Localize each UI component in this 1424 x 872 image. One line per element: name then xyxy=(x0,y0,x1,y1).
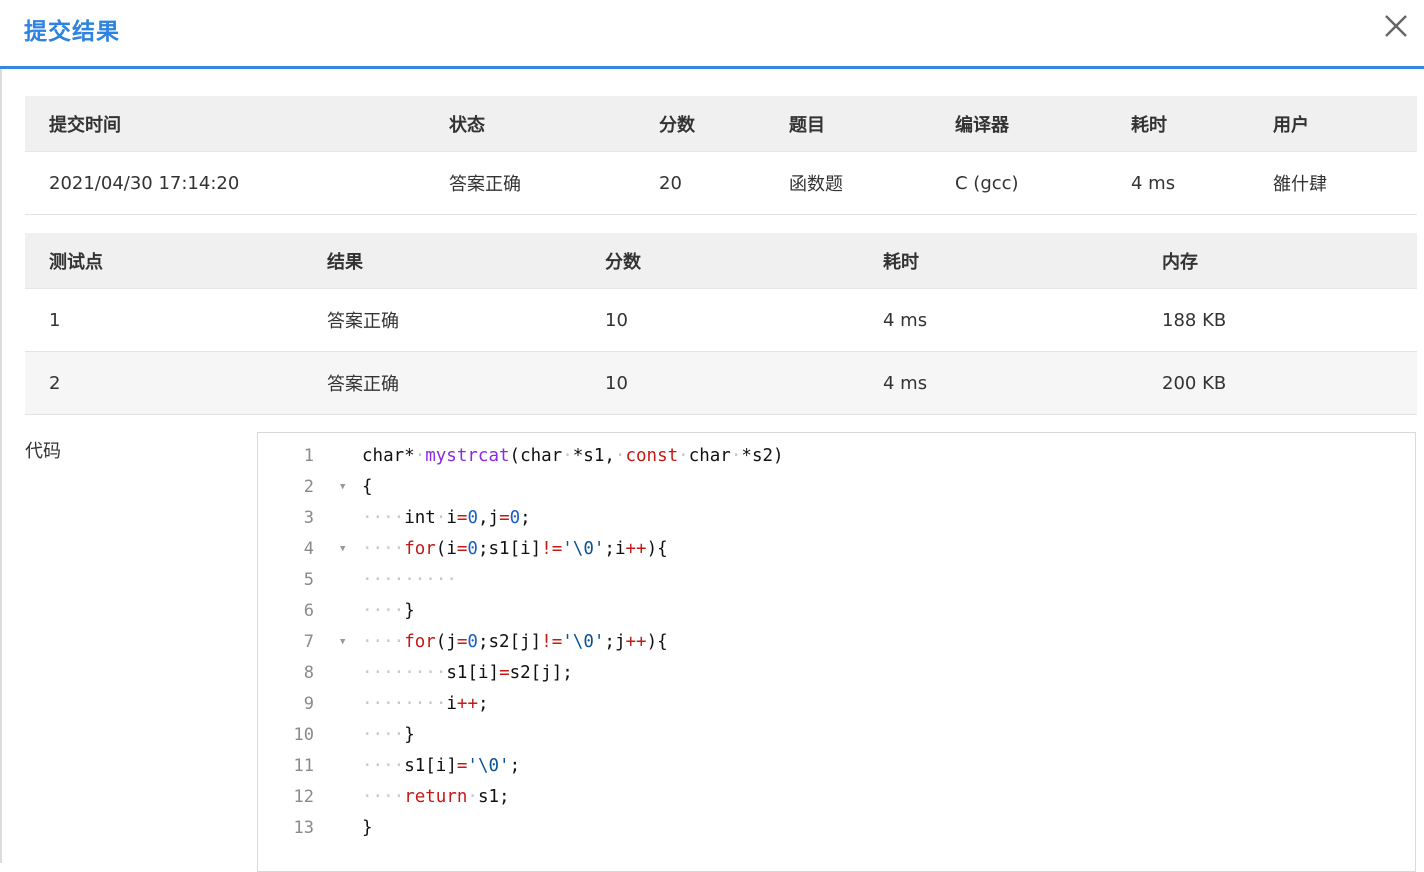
testcase-id: 1 xyxy=(25,288,303,352)
close-icon xyxy=(1385,15,1407,37)
line-number: 2 ▼ xyxy=(258,472,346,503)
code-line: char*·mystrcat(char·*s1,·const·char·*s2) xyxy=(362,446,784,466)
header-testcase: 测试点 xyxy=(25,233,303,289)
code-line: ········· xyxy=(362,570,457,590)
close-button[interactable] xyxy=(1380,10,1412,42)
table-row: 2 答案正确 10 4 ms 200 KB xyxy=(25,351,1417,415)
line-number: 1 xyxy=(303,446,314,466)
user-name[interactable]: 雒什肆 xyxy=(1249,151,1417,215)
code-line: ········s1[i]=s2[j]; xyxy=(362,663,573,683)
line-number: 12 xyxy=(293,787,314,807)
modal-title: 提交结果 xyxy=(24,19,120,45)
code-line: ····} xyxy=(362,725,415,745)
testcase-memory: 200 KB xyxy=(1138,351,1417,415)
code-line: ····return·s1; xyxy=(362,787,510,807)
testcase-score: 10 xyxy=(581,288,859,352)
line-number: 13 xyxy=(293,818,314,838)
status-text: 答案正确 xyxy=(425,151,635,215)
line-number: 11 xyxy=(293,756,314,776)
header-time: 耗时 xyxy=(1107,96,1249,152)
fold-arrow-icon[interactable]: ▼ xyxy=(340,534,345,565)
header-status: 状态 xyxy=(425,96,635,152)
line-number: 5 xyxy=(303,570,314,590)
code-line: } xyxy=(362,818,373,838)
code-viewer[interactable]: 1 2 ▼ 3 4 ▼ 5 6 7 ▼ 8 9 10 11 12 13 char*·mystrcat(char… xyxy=(257,432,1416,872)
line-number: 3 xyxy=(303,508,314,528)
line-number: 7 ▼ xyxy=(258,627,346,658)
code-line: ····int·i=0,j=0; xyxy=(362,508,531,528)
testcase-memory: 188 KB xyxy=(1138,288,1417,352)
modal-header: 提交结果 xyxy=(0,0,1424,69)
code-line: ········i++; xyxy=(362,694,489,714)
testcase-header-row: 测试点 结果 分数 耗时 内存 xyxy=(25,233,1417,289)
header-memory: 内存 xyxy=(1138,233,1417,289)
header-user: 用户 xyxy=(1249,96,1417,152)
header-compiler: 编译器 xyxy=(931,96,1107,152)
testcase-time: 4 ms xyxy=(859,288,1138,352)
problem-type: 函数题 xyxy=(765,151,931,215)
total-score: 20 xyxy=(635,151,765,215)
header-problem: 题目 xyxy=(765,96,931,152)
testcase-id: 2 xyxy=(25,351,303,415)
elapsed-time: 4 ms xyxy=(1107,151,1249,215)
code-line: ····for(i=0;s1[i]!='\0';i++){ xyxy=(362,539,668,559)
fold-arrow-icon[interactable]: ▼ xyxy=(340,472,345,503)
code-line: { xyxy=(362,477,373,497)
submission-table: 提交时间 状态 分数 题目 编译器 耗时 用户 2021/04/30 17:14… xyxy=(25,96,1417,215)
line-number: 4 ▼ xyxy=(258,534,346,565)
submission-header-row: 提交时间 状态 分数 题目 编译器 耗时 用户 xyxy=(25,96,1417,152)
header-submit-time: 提交时间 xyxy=(25,96,425,152)
code-label: 代码 xyxy=(25,441,61,462)
testcase-result: 答案正确 xyxy=(303,351,581,415)
line-number: 10 xyxy=(293,725,314,745)
header-score: 分数 xyxy=(581,233,859,289)
fold-arrow-icon[interactable]: ▼ xyxy=(340,627,345,658)
code-content[interactable]: char*·mystrcat(char·*s1,·const·char·*s2)… xyxy=(362,441,784,844)
header-score: 分数 xyxy=(635,96,765,152)
line-number-gutter: 1 2 ▼ 3 4 ▼ 5 6 7 ▼ 8 9 10 11 12 13 xyxy=(258,441,346,844)
compiler: C (gcc) xyxy=(931,151,1107,215)
code-line: ····s1[i]='\0'; xyxy=(362,756,521,776)
submission-row: 2021/04/30 17:14:20 答案正确 20 函数题 C (gcc) … xyxy=(25,151,1417,215)
testcase-score: 10 xyxy=(581,351,859,415)
testcase-table: 测试点 结果 分数 耗时 内存 1 答案正确 10 4 ms 188 KB 2 … xyxy=(25,233,1417,415)
code-line: ····} xyxy=(362,601,415,621)
testcase-time: 4 ms xyxy=(859,351,1138,415)
testcase-result: 答案正确 xyxy=(303,288,581,352)
line-number: 9 xyxy=(303,694,314,714)
submit-time: 2021/04/30 17:14:20 xyxy=(25,151,425,215)
code-line: ····for(j=0;s2[j]!='\0';j++){ xyxy=(362,632,668,652)
header-time: 耗时 xyxy=(859,233,1138,289)
modal-left-border xyxy=(0,69,2,863)
header-result: 结果 xyxy=(303,233,581,289)
line-number: 6 xyxy=(303,601,314,621)
table-row: 1 答案正确 10 4 ms 188 KB xyxy=(25,288,1417,352)
line-number: 8 xyxy=(303,663,314,683)
